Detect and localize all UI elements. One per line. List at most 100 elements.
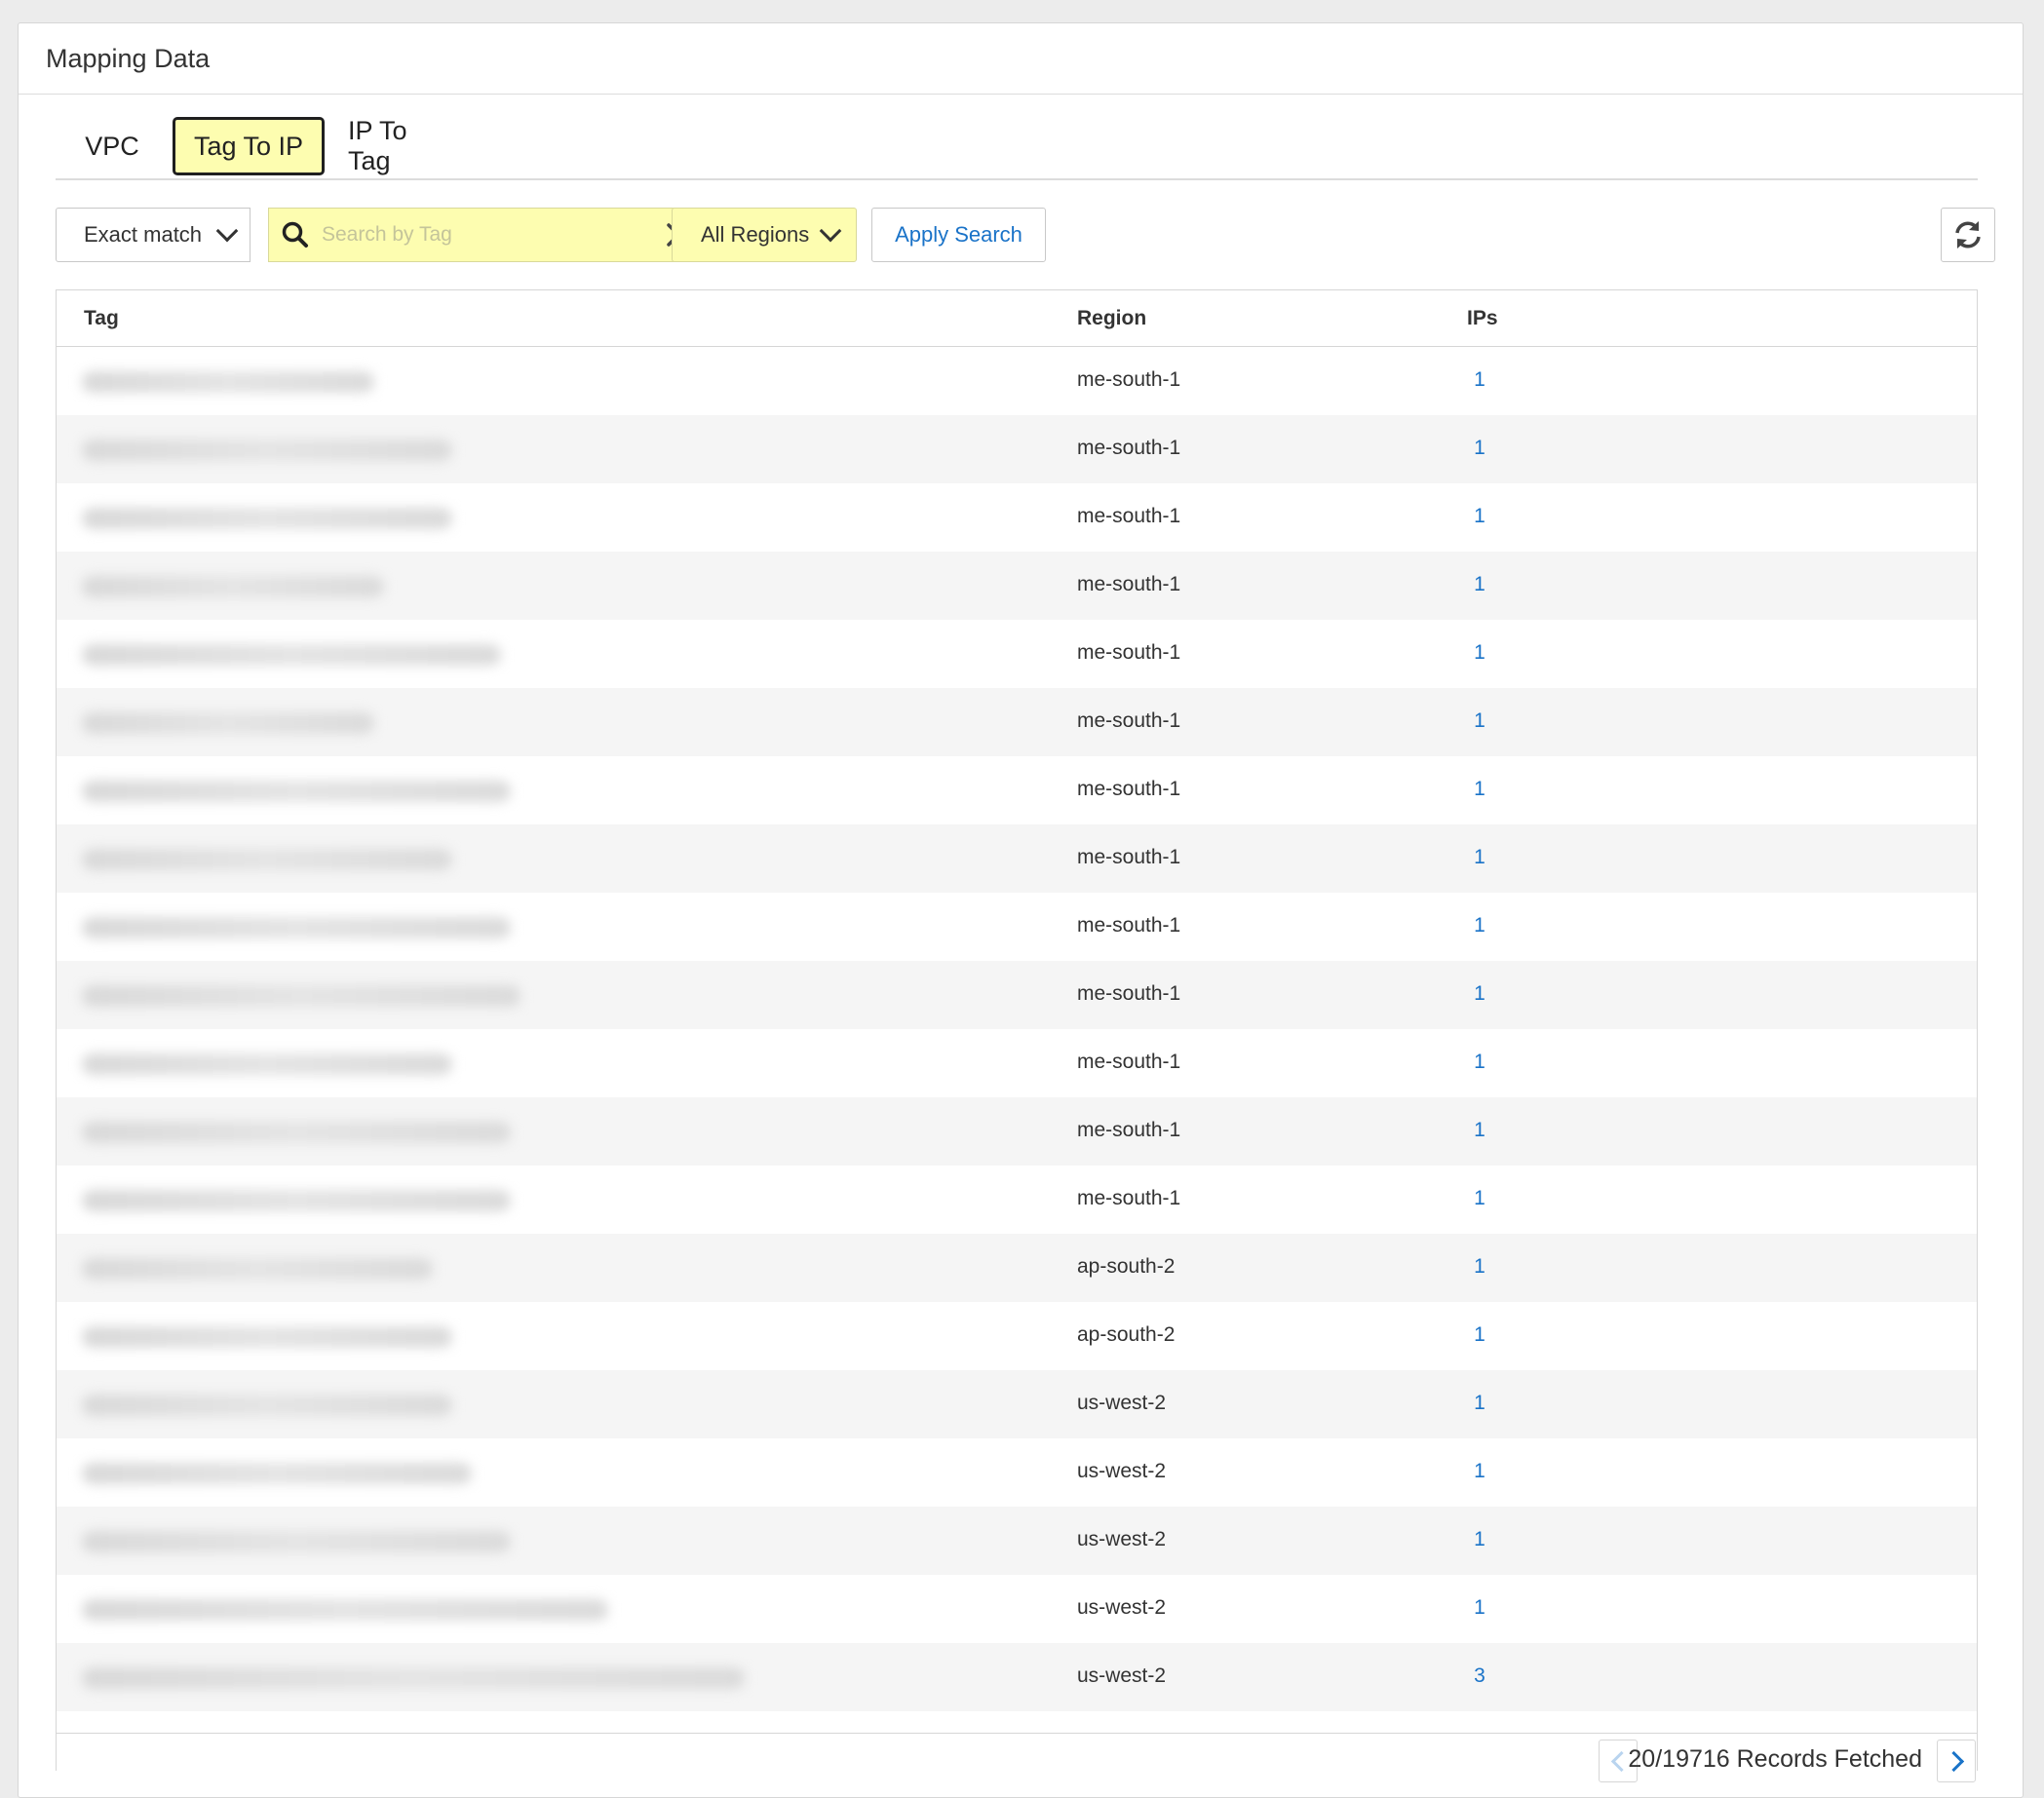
table-row: me-south-1 1 (57, 1166, 1977, 1234)
ips-count-link[interactable]: 3 (1460, 1664, 1499, 1688)
ips-count-link[interactable]: 1 (1460, 778, 1499, 801)
table-row: me-south-1 1 (57, 688, 1977, 756)
ips-count-link[interactable]: 1 (1460, 1187, 1499, 1210)
tag-cell-redacted (82, 1258, 433, 1280)
tag-cell-redacted (82, 440, 452, 461)
table-row: ap-south-2 1 (57, 1234, 1977, 1302)
region-cell: me-south-1 (1077, 846, 1181, 868)
table-row: me-south-1 1 (57, 756, 1977, 824)
table-row: me-south-1 1 (57, 415, 1977, 483)
table-footer: 20/19716 Records Fetched (57, 1733, 1977, 1792)
tag-cell-redacted (82, 1326, 452, 1348)
tab-vpc[interactable]: VPC (75, 117, 149, 175)
match-mode-label: Exact match (84, 222, 203, 247)
table-row: me-south-1 1 (57, 1029, 1977, 1097)
region-cell: ap-south-2 (1077, 1255, 1176, 1278)
tag-cell-redacted (82, 712, 374, 734)
table-row: us-west-2 1 (57, 1575, 1977, 1643)
ips-count-link[interactable]: 1 (1460, 505, 1499, 528)
tag-cell-redacted (82, 1122, 511, 1143)
ips-count-link[interactable]: 1 (1460, 641, 1499, 665)
tag-cell-redacted (82, 1599, 608, 1621)
search-input[interactable]: Search by Tag (268, 208, 713, 262)
region-cell: me-south-1 (1077, 437, 1181, 459)
table-row: me-south-1 1 (57, 552, 1977, 620)
tag-to-ip-table: Tag Region IPs me-south-1 1 me-south-1 1 me-… (56, 289, 1978, 1792)
table-row: us-west-2 1 (57, 1370, 1977, 1438)
ips-count-link[interactable]: 1 (1460, 437, 1499, 460)
tab-ip-to-tag[interactable]: IP To Tag (348, 116, 455, 175)
table-row: me-south-1 1 (57, 1097, 1977, 1166)
tag-cell-redacted (82, 1667, 745, 1689)
tag-cell-redacted (82, 1190, 511, 1211)
ips-count-link[interactable]: 1 (1460, 1392, 1499, 1415)
apply-search-button[interactable]: Apply Search (871, 208, 1046, 262)
region-cell: me-south-1 (1077, 573, 1181, 595)
chevron-down-icon (215, 219, 239, 243)
tag-cell-redacted (82, 985, 521, 1007)
region-cell: me-south-1 (1077, 778, 1181, 800)
table-row: me-south-1 1 (57, 620, 1977, 688)
next-page-button[interactable] (1937, 1740, 1976, 1782)
ips-count-link[interactable]: 1 (1460, 846, 1499, 869)
ips-count-link[interactable]: 1 (1460, 709, 1499, 733)
column-header-ips: IPs (1467, 307, 1498, 329)
refresh-button[interactable] (1941, 208, 1995, 262)
region-cell: ap-south-2 (1077, 1323, 1176, 1346)
ips-count-link[interactable]: 1 (1460, 368, 1499, 392)
table-row: us-west-2 1 (57, 1438, 1977, 1507)
search-placeholder: Search by Tag (322, 223, 452, 246)
table-row: me-south-1 1 (57, 347, 1977, 415)
ips-count-link[interactable]: 1 (1460, 914, 1499, 937)
tag-cell-redacted (82, 917, 511, 938)
region-filter-dropdown[interactable]: All Regions (672, 208, 857, 262)
tag-cell-redacted (82, 1395, 452, 1416)
table-body: me-south-1 1 me-south-1 1 me-south-1 1 me-sout… (57, 347, 1977, 1711)
ips-count-link[interactable]: 1 (1460, 1119, 1499, 1142)
ips-count-link[interactable]: 1 (1460, 982, 1499, 1006)
ips-count-link[interactable]: 1 (1460, 1528, 1499, 1551)
region-cell: me-south-1 (1077, 505, 1181, 527)
tag-cell-redacted (82, 781, 511, 802)
tag-cell-redacted (82, 1463, 472, 1484)
region-cell: me-south-1 (1077, 641, 1181, 664)
region-cell: me-south-1 (1077, 982, 1181, 1005)
column-header-tag: Tag (84, 307, 119, 329)
ips-count-link[interactable]: 1 (1460, 1051, 1499, 1074)
column-header-region: Region (1077, 307, 1147, 329)
refresh-icon (1955, 221, 1981, 249)
region-cell: me-south-1 (1077, 709, 1181, 732)
tag-cell-redacted (82, 508, 452, 529)
ips-count-link[interactable]: 1 (1460, 1323, 1499, 1347)
region-cell: me-south-1 (1077, 1187, 1181, 1209)
records-fetched-count: 20/19716 Records Fetched (1628, 1745, 1922, 1773)
tab-bar: VPC Tag To IP IP To Tag (56, 94, 1978, 180)
match-mode-dropdown[interactable]: Exact match (56, 208, 251, 262)
tag-cell-redacted (82, 576, 384, 597)
tag-cell-redacted (82, 849, 452, 870)
region-cell: us-west-2 (1077, 1596, 1167, 1619)
region-cell: me-south-1 (1077, 914, 1181, 937)
tab-tag-to-ip[interactable]: Tag To IP (173, 117, 325, 175)
table-row: me-south-1 1 (57, 483, 1977, 552)
region-cell: us-west-2 (1077, 1528, 1167, 1550)
ips-count-link[interactable]: 1 (1460, 573, 1499, 596)
region-cell: us-west-2 (1077, 1664, 1167, 1687)
ips-count-link[interactable]: 1 (1460, 1596, 1499, 1620)
ips-count-link[interactable]: 1 (1460, 1460, 1499, 1483)
tag-cell-redacted (82, 1053, 452, 1075)
table-row: us-west-2 1 (57, 1507, 1977, 1575)
region-cell: me-south-1 (1077, 1119, 1181, 1141)
region-cell: us-west-2 (1077, 1392, 1167, 1414)
table-row: ap-south-2 1 (57, 1302, 1977, 1370)
table-row: me-south-1 1 (57, 893, 1977, 961)
table-row: me-south-1 1 (57, 824, 1977, 893)
chevron-down-icon (819, 219, 842, 243)
search-icon (282, 221, 308, 248)
table-row: us-west-2 3 (57, 1643, 1977, 1711)
tag-cell-redacted (82, 1531, 511, 1552)
region-filter-label: All Regions (701, 222, 810, 247)
region-cell: me-south-1 (1077, 1051, 1181, 1073)
ips-count-link[interactable]: 1 (1460, 1255, 1499, 1279)
table-header: Tag Region IPs (57, 290, 1977, 347)
